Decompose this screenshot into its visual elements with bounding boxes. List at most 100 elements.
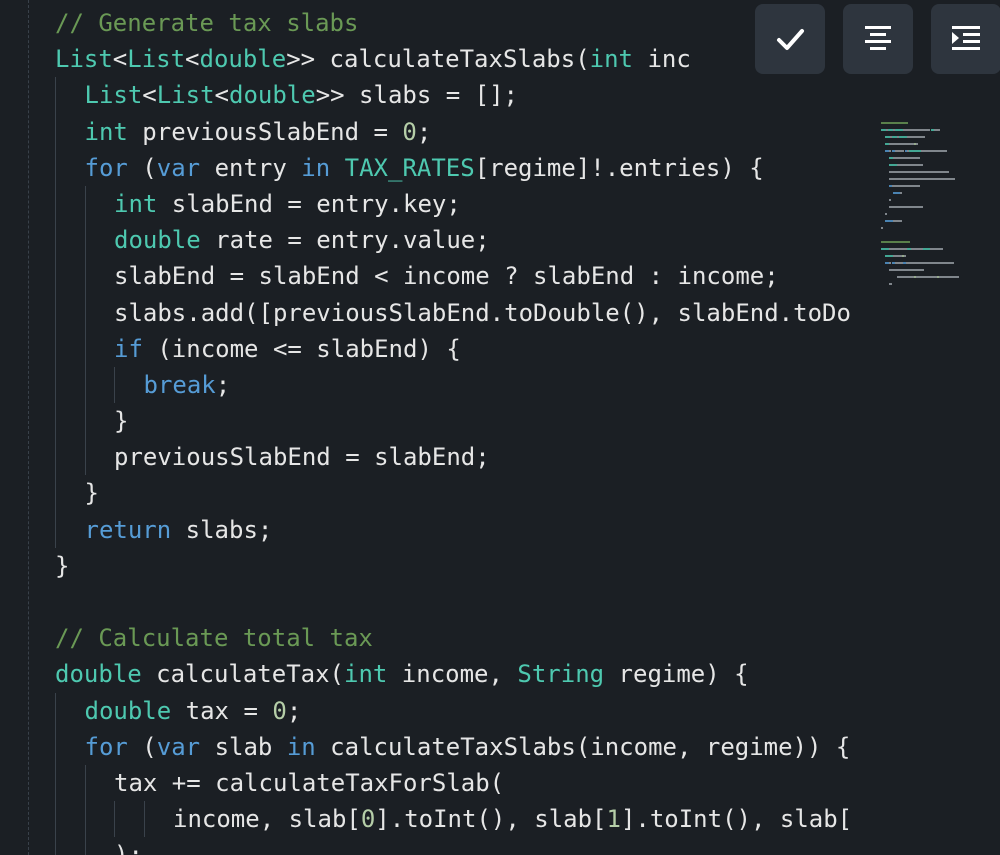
code-line[interactable]: // Calculate total tax <box>0 620 862 656</box>
indent-guide <box>55 366 85 404</box>
indent-guide <box>84 330 115 367</box>
indent-guide <box>84 439 115 476</box>
code-line[interactable] <box>0 584 862 620</box>
minimap-token <box>905 262 954 264</box>
code-token: TAX_RATES <box>344 153 475 182</box>
code-line[interactable]: // Generate tax slabs <box>0 5 862 41</box>
code-token: 0 <box>272 696 287 725</box>
code-line[interactable]: } <box>0 548 862 584</box>
code-token: int <box>84 117 128 146</box>
minimap-token <box>889 283 892 285</box>
minimap-token <box>892 255 902 257</box>
code-token: slabEnd = slabEnd < income ? slabEnd : i… <box>114 262 779 291</box>
indent-guide <box>84 185 115 223</box>
code-line[interactable]: income, slab[0].toInt(), slab[1].toInt()… <box>0 801 862 838</box>
code-token: slabs.add([previousSlabEnd.toDouble(), s… <box>114 298 851 327</box>
code-line[interactable]: for (var entry in TAX_RATES[regime]!.ent… <box>0 149 862 186</box>
code-token: double <box>55 660 142 689</box>
code-token: double <box>84 696 172 725</box>
indent-guide <box>84 366 115 404</box>
minimap-token <box>910 248 923 250</box>
code-line[interactable]: slabs.add([previousSlabEnd.toDouble(), s… <box>0 294 862 331</box>
code-line[interactable]: double tax = 0; <box>0 692 862 729</box>
code-line[interactable]: List<List<double>> slabs = []; <box>0 77 862 114</box>
indent-guide <box>55 511 85 548</box>
code-line[interactable]: double rate = entry.value; <box>0 222 862 259</box>
code-token: < <box>112 45 128 74</box>
code-token: tax = <box>171 696 273 725</box>
code-line[interactable]: for (var slab in calculateTaxSlabs(incom… <box>0 728 862 765</box>
indent-guide <box>55 403 85 440</box>
code-token: if <box>114 334 143 363</box>
indent-guide <box>84 403 115 440</box>
code-token: < <box>185 45 200 74</box>
indent-guide <box>55 258 85 295</box>
indent-guide <box>55 728 85 765</box>
indent-button[interactable] <box>931 4 1000 74</box>
code-token: } <box>84 479 99 508</box>
code-token: for <box>84 732 128 761</box>
minimap-token <box>938 276 960 278</box>
code-line[interactable]: break; <box>0 366 862 404</box>
code-line[interactable]: int previousSlabEnd = 0; <box>0 113 862 150</box>
indent-guide <box>55 294 85 331</box>
code-token: ; <box>215 370 231 399</box>
code-token: regime) { <box>604 660 749 689</box>
code-token: < <box>214 81 229 110</box>
code-token: int <box>114 189 158 218</box>
code-token: ; <box>416 117 432 146</box>
code-line[interactable]: int slabEnd = entry.key; <box>0 185 862 223</box>
minimap-token <box>892 157 921 159</box>
code-token: inc <box>633 45 691 74</box>
minimap-token <box>888 143 914 145</box>
minimap-token <box>881 248 889 250</box>
minimap[interactable] <box>865 118 1000 855</box>
code-token: List <box>55 45 113 74</box>
code-line[interactable]: List<List<double>> calculateTaxSlabs(int… <box>0 41 862 77</box>
code-token: var <box>156 153 201 182</box>
code-token: ; <box>286 696 302 725</box>
minimap-token <box>899 136 908 138</box>
indent-guide <box>55 837 85 855</box>
minimap-token <box>889 269 925 271</box>
code-line[interactable]: ); <box>0 837 862 855</box>
code-line[interactable]: previousSlabEnd = slabEnd; <box>0 439 862 476</box>
code-token: income, slab[ <box>173 805 361 834</box>
code-editor[interactable]: // Generate tax slabs List<List<double>> … <box>0 0 1000 855</box>
code-token: List <box>127 45 186 74</box>
code-line[interactable]: slabEnd = slabEnd < income ? slabEnd : i… <box>0 258 862 295</box>
code-area[interactable]: // Generate tax slabs List<List<double>> … <box>0 5 862 855</box>
indent-guide <box>55 77 85 114</box>
minimap-token <box>881 122 909 124</box>
minimap-token <box>889 178 956 180</box>
check-button[interactable] <box>755 4 825 74</box>
minimap-token <box>885 220 893 222</box>
indent-guide <box>55 330 85 367</box>
code-line[interactable]: tax += calculateTaxForSlab( <box>0 764 862 802</box>
code-line[interactable]: if (income <= slabEnd) { <box>0 330 862 367</box>
code-line[interactable]: } <box>0 475 862 512</box>
code-line[interactable]: double calculateTax(int income, String r… <box>0 656 862 692</box>
minimap-token <box>895 129 904 131</box>
code-line[interactable]: return slabs; <box>0 511 862 548</box>
code-token: } <box>114 407 129 436</box>
minimap-token <box>920 150 947 152</box>
indent-guide <box>84 222 115 259</box>
indent-guide <box>84 801 115 838</box>
minimap-token <box>881 227 883 229</box>
code-token: slabEnd = entry.key; <box>157 189 461 218</box>
minimap-token <box>897 276 914 278</box>
check-icon <box>777 29 804 50</box>
code-token: >> slabs = []; <box>315 81 518 110</box>
minimap-token <box>896 164 923 166</box>
code-token: int <box>344 660 388 689</box>
code-token: double <box>229 81 316 110</box>
align-center-button[interactable] <box>843 4 913 74</box>
code-token: slabs; <box>171 515 273 544</box>
code-token: // Calculate total tax <box>55 624 373 653</box>
indent-guide <box>55 764 85 802</box>
minimap-token <box>907 136 926 138</box>
minimap-token <box>895 150 905 152</box>
code-line[interactable]: } <box>0 403 862 440</box>
code-token: in <box>301 153 331 182</box>
